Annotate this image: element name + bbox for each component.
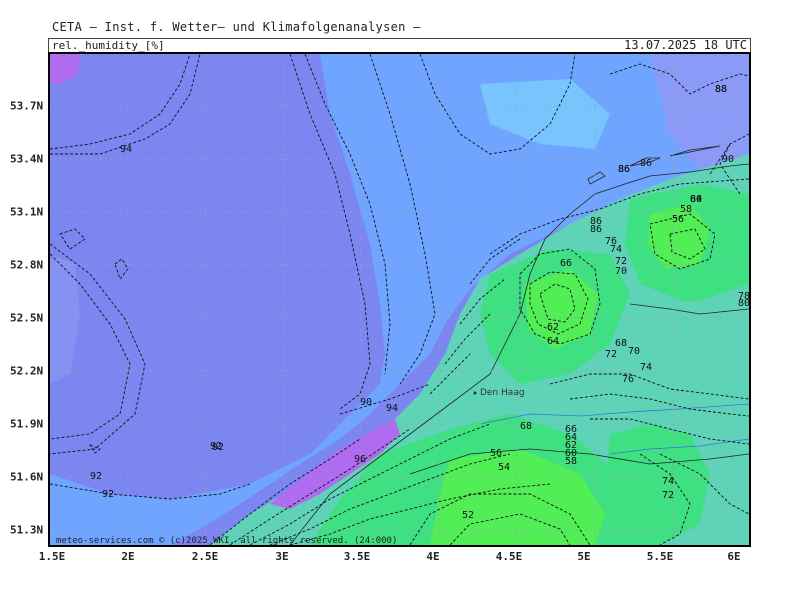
contour-value-label: 70 xyxy=(628,346,640,357)
lat-label: 52.8N xyxy=(10,258,44,272)
lon-label: 2.5E xyxy=(191,550,219,563)
contour-value-label: 74 xyxy=(640,362,652,373)
contour-value-label: 86 xyxy=(640,158,652,169)
contour-value-label: 96 xyxy=(354,454,366,465)
contour-value-label: 88 xyxy=(715,84,727,95)
lat-label: 53.1N xyxy=(10,205,44,219)
lon-label: 1.5E xyxy=(38,550,66,563)
contour-value-label: 56 xyxy=(490,448,502,459)
contour-value-label: 52 xyxy=(462,510,474,521)
product-title: CETA — Inst. f. Wetter— und Klimafolgena… xyxy=(52,20,421,34)
contour-value-label: 94 xyxy=(386,403,398,414)
contour-value-label: 66 xyxy=(560,258,572,269)
contour-value-label: 72 xyxy=(662,490,674,501)
contour-value-label: 92 xyxy=(212,442,224,453)
contour-value-label: 72 xyxy=(605,349,617,360)
contour-value-label: 92 xyxy=(102,489,114,500)
lat-label: 51.6N xyxy=(10,470,44,484)
lon-label: 4E xyxy=(426,550,440,563)
lon-label: 3.5E xyxy=(343,550,371,563)
humidity-map[interactable]: 94 92 92 92 88 86 86 90 86 86 76 74 72 70 66 62 64 58 56 60… xyxy=(48,52,751,547)
header-bar: rel._humidity_[%] 13.07.2025 18 UTC xyxy=(48,38,751,52)
contour-value-label: 92 xyxy=(90,471,102,482)
lat-label: 52.5N xyxy=(10,311,44,325)
contour-value-label: 90 xyxy=(360,397,372,408)
lon-label: 5.5E xyxy=(646,550,674,563)
contour-value-label: 54 xyxy=(498,462,510,473)
lat-label: 52.2N xyxy=(10,364,44,378)
lon-label: 5E xyxy=(577,550,591,563)
lat-label: 51.9N xyxy=(10,417,44,431)
contour-value-label: 86 xyxy=(590,224,602,235)
lat-label: 51.3N xyxy=(10,523,44,537)
valid-datetime: 13.07.2025 18 UTC xyxy=(624,38,747,52)
contour-value-label: 74 xyxy=(662,476,674,487)
contour-value-label: 78 xyxy=(738,291,749,302)
lat-label: 53.7N xyxy=(10,99,44,113)
lon-label: 6E xyxy=(727,550,741,563)
contour-value-label: 86 xyxy=(618,164,630,175)
contour-value-label: 64 xyxy=(547,336,559,347)
lat-label: 53.4N xyxy=(10,152,44,166)
copyright-footer: meteo-services.com © (c)2025 WKI. all ri… xyxy=(56,536,397,545)
contour-value-label: 68 xyxy=(520,421,532,432)
city-marker xyxy=(473,391,477,395)
contour-value-label: 74 xyxy=(610,244,622,255)
lon-label: 3E xyxy=(275,550,289,563)
lon-label: 2E xyxy=(121,550,135,563)
contour-value-label: 84 xyxy=(690,194,702,205)
contour-value-label: 76 xyxy=(622,374,634,385)
city-label-den-haag: Den Haag xyxy=(480,388,525,398)
contour-value-label: 70 xyxy=(615,266,627,277)
contour-value-label: 90 xyxy=(722,154,734,165)
contour-value-label: 68 xyxy=(615,338,627,349)
contour-value-label: 62 xyxy=(547,322,559,333)
variable-label: rel._humidity_[%] xyxy=(52,39,165,52)
contour-value-label: 58 xyxy=(565,456,577,467)
contour-value-label: 56 xyxy=(672,214,684,225)
contour-value-label: 94 xyxy=(120,144,132,155)
lon-label: 4.5E xyxy=(495,550,523,563)
